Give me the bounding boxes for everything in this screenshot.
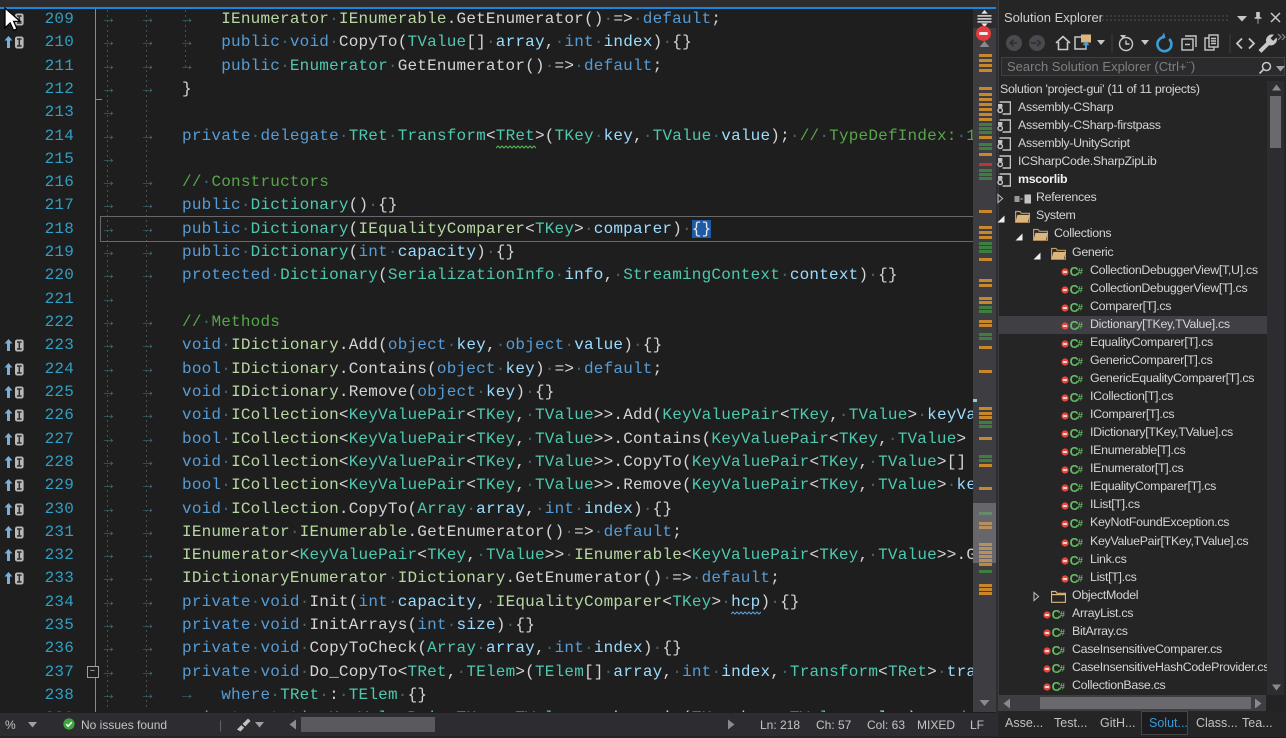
- svg-text:#: #: [1060, 627, 1066, 638]
- svg-text:#: #: [1078, 519, 1084, 530]
- svg-text:#: #: [1078, 573, 1084, 584]
- svg-text:#: #: [1078, 356, 1084, 367]
- svg-text:#: #: [1078, 302, 1084, 313]
- svg-text:#: #: [1078, 555, 1084, 566]
- svg-text:#: #: [1078, 374, 1084, 385]
- svg-text:#: #: [1078, 284, 1084, 295]
- svg-text:#: #: [1078, 429, 1084, 440]
- svg-text:#: #: [1078, 465, 1084, 476]
- svg-text:#: #: [1060, 663, 1066, 674]
- svg-text:#: #: [1060, 609, 1066, 620]
- svg-text:#: #: [1078, 501, 1084, 512]
- svg-text:#: #: [1078, 320, 1084, 331]
- svg-text:#: #: [1078, 447, 1084, 458]
- svg-text:#: #: [1078, 537, 1084, 548]
- svg-text:#: #: [1060, 681, 1066, 692]
- svg-text:#: #: [1078, 410, 1084, 421]
- svg-text:#: #: [1078, 338, 1084, 349]
- svg-text:#: #: [1078, 392, 1084, 403]
- svg-text:#: #: [1078, 266, 1084, 277]
- svg-text:#: #: [1078, 483, 1084, 494]
- svg-text:#: #: [1060, 645, 1066, 656]
